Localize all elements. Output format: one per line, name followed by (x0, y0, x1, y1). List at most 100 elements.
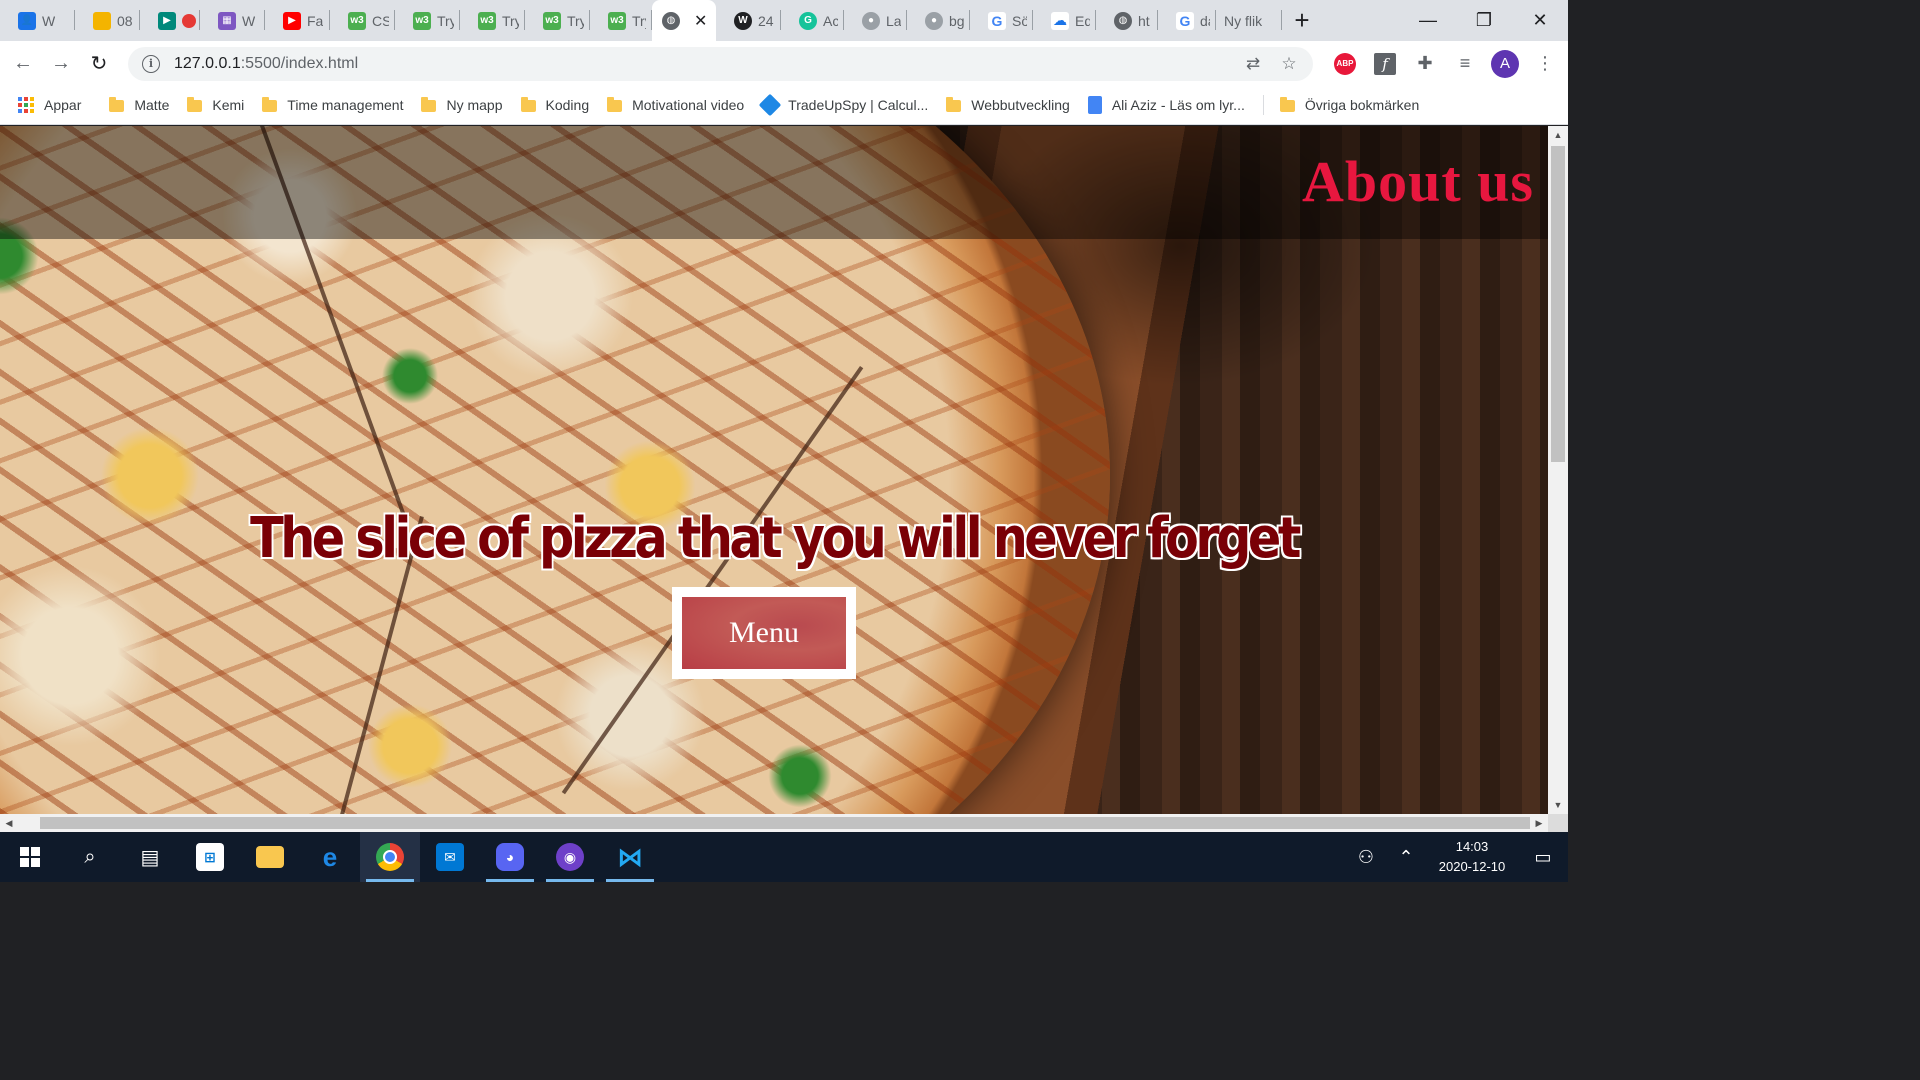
translate-icon[interactable]: ⇄ (1239, 50, 1267, 78)
folder-icon (607, 97, 623, 112)
folder-icon (1279, 97, 1295, 112)
taskbar-vscode[interactable]: ⋈ (600, 832, 660, 882)
back-button[interactable]: ← (4, 45, 42, 83)
close-window-button[interactable]: ✕ (1512, 0, 1568, 41)
bookmark-folder-kemi[interactable]: Kemi (179, 97, 254, 113)
reload-icon: ↻ (90, 53, 108, 75)
other-bookmarks-folder[interactable]: Övriga bokmärken (1272, 97, 1429, 113)
bookmark-folder-time-management[interactable]: Time management (254, 97, 413, 113)
adblock-extension-button[interactable]: ABP (1327, 46, 1363, 82)
forward-button[interactable]: → (42, 45, 80, 83)
taskbar-file-explorer[interactable] (240, 832, 300, 882)
taskbar-edge[interactable]: e (300, 832, 360, 882)
bookmark-folder-webbutveckling[interactable]: Webbutveckling (938, 97, 1080, 113)
tab-video[interactable]: ▦ W (200, 0, 265, 41)
site-info-icon[interactable]: i (142, 54, 160, 73)
google-contacts-icon: 👤 (18, 11, 36, 30)
tab-w3schools-try-3[interactable]: w3 Try (525, 0, 590, 41)
horizontal-scrollbar[interactable]: ◀ ▶ (0, 814, 1548, 832)
scroll-down-arrow-icon[interactable]: ▼ (1548, 796, 1568, 814)
tab-new-tab[interactable]: Ny flik (1216, 0, 1282, 41)
taskbar-github-desktop[interactable]: ◉ (540, 832, 600, 882)
vertical-scrollbar[interactable]: ▲ ▼ (1548, 126, 1568, 814)
restore-button[interactable]: ❐ (1456, 0, 1512, 41)
about-us-link[interactable]: About us (1302, 148, 1534, 215)
grammarly-icon: G (799, 11, 817, 30)
tab-google-meet[interactable]: ▶ (140, 0, 200, 41)
hero-heading: The slice of pizza that you will never f… (250, 506, 1301, 571)
record-icon: ● (925, 11, 943, 30)
tab-record-2[interactable]: ● bg (907, 0, 970, 41)
start-button[interactable] (0, 832, 60, 882)
tab-record-1[interactable]: ● La (844, 0, 907, 41)
tab-active-localhost[interactable]: ◍ ✕ (652, 0, 716, 41)
minimize-button[interactable]: — (1400, 0, 1456, 41)
bookmark-folder-koding[interactable]: Koding (513, 97, 600, 113)
w3schools-icon: w3 (543, 11, 561, 30)
page-viewport: About us The slice of pizza that you wil… (0, 126, 1548, 814)
extensions-button[interactable]: ✚ (1407, 46, 1443, 82)
bookmark-star-icon[interactable]: ☆ (1275, 50, 1303, 78)
tab-google-slides[interactable]: 08 (75, 0, 140, 41)
taskbar-microsoft-store[interactable]: ⊞ (180, 832, 240, 882)
tab-grammarly[interactable]: G Ac (781, 0, 844, 41)
media-control-button[interactable]: ≡ (1447, 46, 1483, 82)
address-bar[interactable]: i 127.0.0.1:5500/index.html ⇄ ☆ (128, 46, 1313, 81)
system-tray: ⚇ ⌃ 14:03 2020-12-10 ▭ (1346, 832, 1568, 882)
tab-youtube[interactable]: ▶ Fa (265, 0, 330, 41)
close-tab-icon[interactable]: ✕ (694, 11, 707, 31)
tab-google-contacts[interactable]: 👤 W (0, 0, 75, 41)
tab-google-search[interactable]: G Sö (970, 0, 1033, 41)
bookmarks-bar: Appar Matte Kemi Time management Ny mapp… (0, 86, 1568, 125)
url-text[interactable]: 127.0.0.1:5500/index.html (174, 55, 1231, 73)
taskbar-chrome[interactable] (360, 832, 420, 882)
profile-button[interactable]: A (1487, 46, 1523, 82)
action-center-icon[interactable]: ▭ (1518, 847, 1568, 868)
tab-web[interactable]: ◍ ht (1096, 0, 1158, 41)
taskbar-mail[interactable]: ✉ (420, 832, 480, 882)
taskbar-clock[interactable]: 14:03 2020-12-10 (1426, 837, 1518, 877)
task-view-button[interactable]: ▤ (120, 832, 180, 882)
vertical-scroll-thumb[interactable] (1551, 146, 1565, 462)
new-tab-button[interactable]: + (1282, 0, 1322, 41)
folder-icon (262, 97, 278, 112)
scroll-left-arrow-icon[interactable]: ◀ (0, 814, 18, 832)
bookmark-apps[interactable]: Appar (0, 97, 91, 113)
folder-icon (520, 97, 536, 112)
taskbar-discord[interactable]: ◕ (480, 832, 540, 882)
task-view-icon: ▤ (140, 846, 160, 869)
tab-google-da[interactable]: G da (1158, 0, 1216, 41)
w3schools-icon: w3 (608, 11, 626, 30)
menu-button[interactable]: Menu (672, 587, 856, 679)
tab-w3schools-css[interactable]: w3 CS (330, 0, 395, 41)
cloud-icon: ☁ (1051, 11, 1069, 30)
google-docs-icon (1087, 96, 1102, 114)
horizontal-scroll-thumb[interactable] (40, 817, 1530, 829)
windows-taskbar: ⌕ ▤ ⊞ e ✉ ◕ ◉ ⋈ ⚇ ⌃ 14:03 2020-12-10 ▭ (0, 832, 1568, 882)
bookmark-google-doc[interactable]: Ali Aziz - Läs om lyr... (1080, 96, 1255, 114)
tab-w3schools-try-4[interactable]: w3 Try (590, 0, 652, 41)
tab-w3schools-try-2[interactable]: w3 Try (460, 0, 525, 41)
bookmark-folder-motivational-video[interactable]: Motivational video (599, 97, 754, 113)
youtube-icon: ▶ (283, 11, 301, 30)
bookmark-folder-matte[interactable]: Matte (91, 97, 179, 113)
menu-button-label: Menu (682, 597, 846, 669)
browser-menu-button[interactable]: ⋮ (1527, 46, 1563, 82)
scroll-up-arrow-icon[interactable]: ▲ (1548, 126, 1568, 144)
url-host: 127.0.0.1 (174, 54, 241, 72)
tab-w3schools-try-1[interactable]: w3 Try (395, 0, 460, 41)
scroll-right-arrow-icon[interactable]: ▶ (1530, 814, 1548, 832)
bookmark-tradeupspy[interactable]: TradeUpSpy | Calcul... (754, 93, 938, 117)
people-icon[interactable]: ⚇ (1346, 847, 1386, 868)
windows-logo-icon (20, 847, 40, 867)
formula-extension-button[interactable]: f (1367, 46, 1403, 82)
google-meet-icon: ▶ (158, 11, 176, 30)
globe-icon: ◍ (1114, 11, 1132, 30)
bookmark-folder-ny-mapp[interactable]: Ny mapp (413, 97, 512, 113)
tab-cloud[interactable]: ☁ Ed (1033, 0, 1096, 41)
show-hidden-icons-chevron-icon[interactable]: ⌃ (1386, 847, 1426, 868)
tab-wordpress[interactable]: W 24 (716, 0, 781, 41)
taskbar-search-button[interactable]: ⌕ (60, 832, 120, 882)
reload-button[interactable]: ↻ (80, 45, 118, 83)
avatar: A (1491, 49, 1519, 78)
